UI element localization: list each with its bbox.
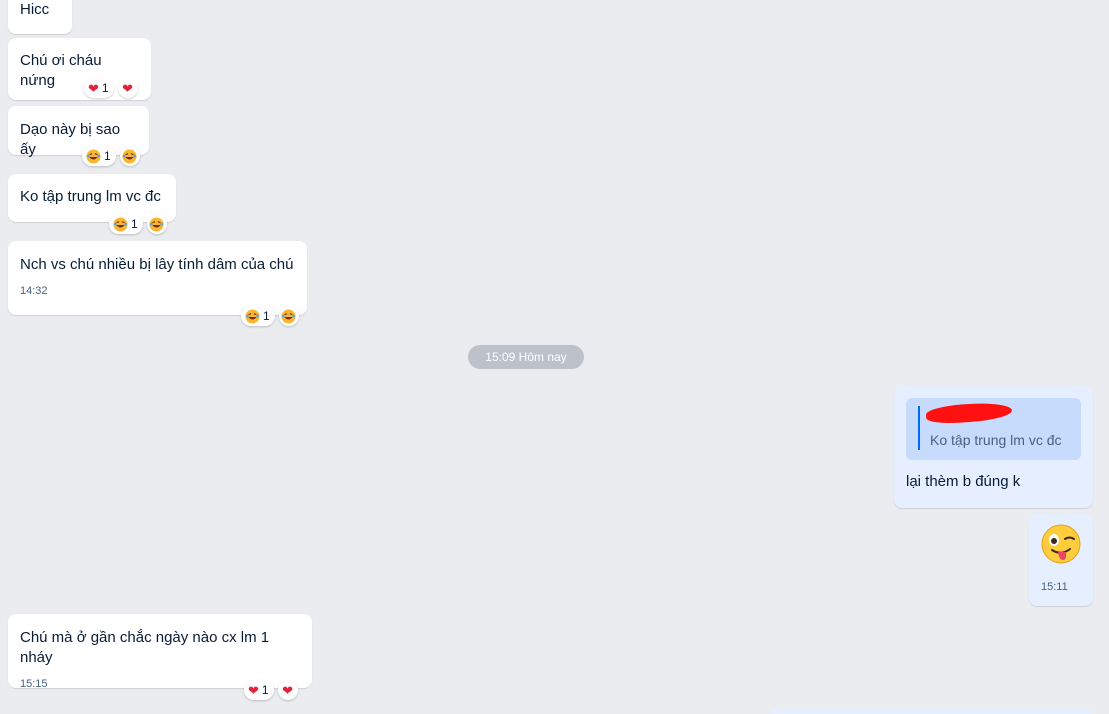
react-button[interactable]: ❤ xyxy=(117,78,138,98)
laugh-emoji-icon xyxy=(281,308,296,324)
react-button[interactable]: ❤ xyxy=(277,680,298,700)
winking-face-with-tongue-icon xyxy=(1041,524,1081,564)
reaction-count: 1 xyxy=(101,81,109,95)
reaction-summary[interactable]: ❤ 1 xyxy=(84,78,114,98)
react-button[interactable] xyxy=(146,214,167,234)
message-text: Chú mà ở gần chắc ngày nào cx lm 1 nháy xyxy=(20,629,270,666)
laugh-emoji-icon xyxy=(149,216,164,232)
message-text: lại thèm b đúng k xyxy=(906,473,1021,490)
reaction-count: 1 xyxy=(131,217,138,231)
date-separator: 15:09 Hôm nay xyxy=(468,345,584,369)
message-text: Ko tập trung lm vc đc xyxy=(20,188,161,205)
reaction-count: 1 xyxy=(261,683,269,697)
quote-author-redacted xyxy=(925,401,1069,425)
heart-icon: ❤ xyxy=(248,682,259,698)
reaction-summary[interactable]: 1 xyxy=(109,214,143,234)
reaction-summary[interactable]: ❤ 1 xyxy=(244,680,274,700)
message-bubble[interactable]: Hicc xyxy=(8,0,72,34)
react-button[interactable] xyxy=(278,306,299,326)
reaction-summary[interactable]: 1 xyxy=(82,146,116,166)
my-message-bubble-partial[interactable] xyxy=(768,709,1093,714)
message-reactions: 1 xyxy=(82,146,140,166)
heart-icon: ❤ xyxy=(282,682,294,698)
redaction-mark xyxy=(925,401,1013,425)
heart-icon: ❤ xyxy=(122,80,134,96)
laugh-emoji-icon xyxy=(122,148,137,164)
quote-accent-bar xyxy=(918,406,920,450)
message-bubble[interactable]: Nch vs chú nhiều bị lây tính dâm của chú… xyxy=(8,241,307,315)
laugh-emoji-icon xyxy=(245,308,260,324)
message-time: 15:11 xyxy=(1041,581,1068,593)
reaction-count: 1 xyxy=(104,149,111,163)
reaction-count: 1 xyxy=(263,309,270,323)
message-reactions: 1 xyxy=(109,214,167,234)
message-bubble[interactable]: Chú mà ở gần chắc ngày nào cx lm 1 nháy … xyxy=(8,614,312,690)
quote-text: Ko tập trung lm vc đc xyxy=(930,432,1062,448)
react-button[interactable] xyxy=(119,146,140,166)
message-text: Nch vs chú nhiều bị lây tính dâm của chú xyxy=(20,256,294,273)
reaction-summary[interactable]: 1 xyxy=(241,306,275,326)
my-message-bubble[interactable]: 15:11 xyxy=(1029,514,1093,606)
message-reactions: 1 xyxy=(241,306,299,326)
heart-icon: ❤ xyxy=(88,80,99,96)
chat-message-list[interactable]: Hicc Chú ơi cháu nứng ❤ 1 ❤ Dạo này bị s… xyxy=(0,0,1109,714)
message-reactions: ❤ 1 ❤ xyxy=(84,78,138,98)
reply-quote[interactable]: Ko tập trung lm vc đc xyxy=(906,398,1081,460)
laugh-emoji-icon xyxy=(113,216,128,232)
my-message-bubble[interactable]: Ko tập trung lm vc đc lại thèm b đúng k xyxy=(894,386,1093,508)
message-text: Hicc xyxy=(20,1,50,18)
message-time: 14:32 xyxy=(20,285,48,297)
laugh-emoji-icon xyxy=(86,148,101,164)
message-reactions: ❤ 1 ❤ xyxy=(244,680,298,700)
